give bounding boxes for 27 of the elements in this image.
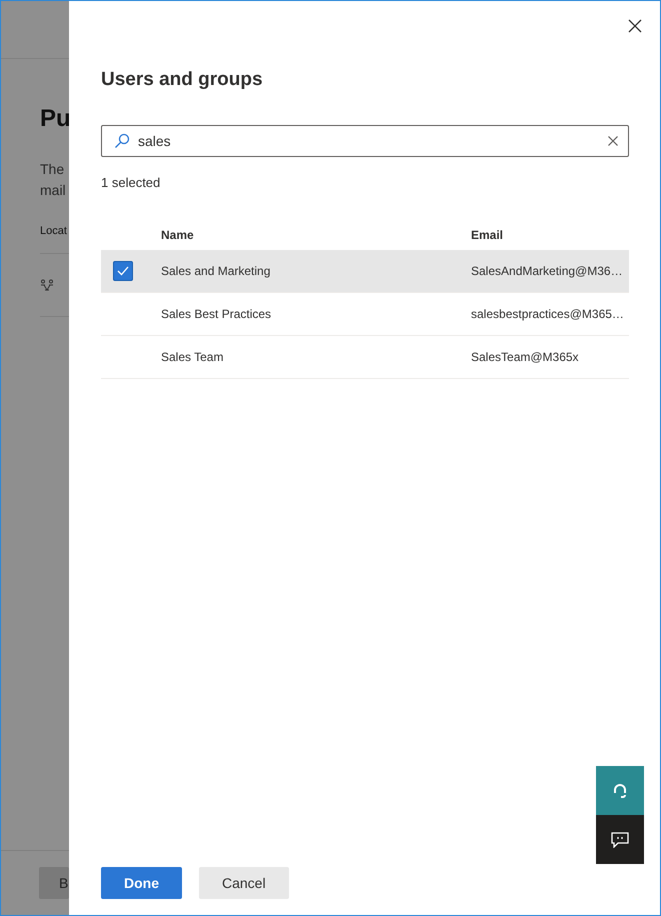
checkmark-icon bbox=[117, 266, 129, 276]
selection-count: 1 selected bbox=[101, 175, 162, 190]
table-cell-text: Sales and Marketing bbox=[161, 264, 272, 278]
secondary-button[interactable]: Cancel bbox=[199, 867, 289, 899]
table-row[interactable]: Sales and Marketing SalesAndMarketing@M36… bbox=[101, 250, 629, 293]
primary-button[interactable]: Done bbox=[101, 867, 182, 899]
table-cell-text: salesbestpractices@M365… bbox=[471, 307, 625, 321]
group-icon bbox=[40, 279, 54, 291]
search-icon bbox=[114, 133, 130, 149]
page-description: The bbox=[40, 160, 66, 179]
feedback-icon[interactable] bbox=[596, 815, 644, 864]
page-description: mail bbox=[40, 181, 67, 200]
table-cell-text: SalesTeam@M365x bbox=[471, 350, 580, 364]
row-checkbox[interactable] bbox=[113, 261, 133, 281]
back-button[interactable]: B bbox=[39, 867, 69, 899]
table-row[interactable]: Sales Best Practices salesbestpractices@M365… bbox=[101, 293, 629, 336]
search-field[interactable]: sales bbox=[101, 125, 629, 157]
table-cell-text: Sales Team bbox=[161, 350, 224, 364]
clear-icon[interactable] bbox=[608, 136, 618, 146]
headset-icon[interactable] bbox=[596, 766, 644, 815]
table-row[interactable]: Sales Team SalesTeam@M365x bbox=[101, 336, 629, 379]
column-header: Name bbox=[161, 228, 195, 242]
table-cell-text: SalesAndMarketing@M36… bbox=[471, 264, 624, 278]
panel-title: Users and groups bbox=[101, 68, 264, 92]
column-header: Email bbox=[471, 228, 504, 242]
page-heading: Pu bbox=[40, 104, 69, 134]
table-cell-text: Sales Best Practices bbox=[161, 307, 272, 321]
